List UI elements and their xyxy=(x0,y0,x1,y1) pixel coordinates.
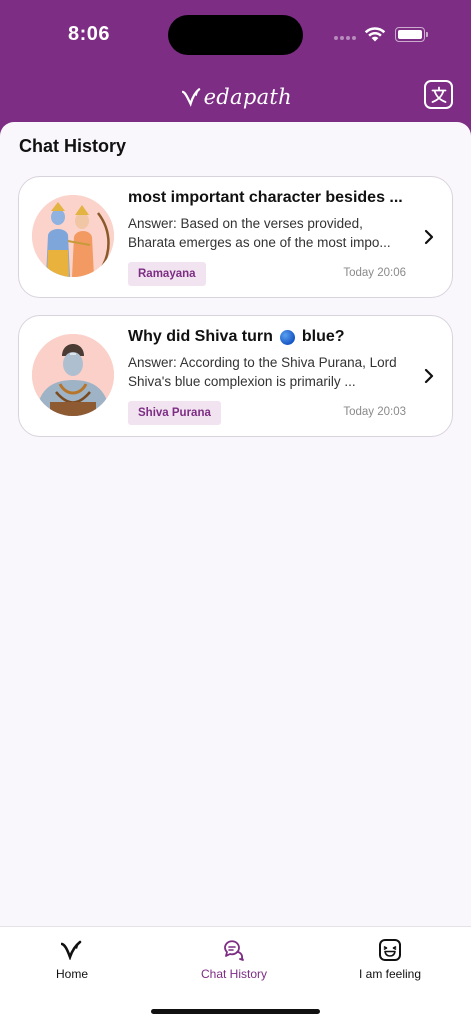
chat-timestamp: Today 20:06 xyxy=(343,267,406,279)
page-title: Chat History xyxy=(19,136,127,156)
translate-icon xyxy=(431,86,446,103)
wifi-icon xyxy=(364,27,386,42)
chat-answer-preview: Answer: Based on the verses provided, Bh… xyxy=(128,216,391,250)
dynamic-island xyxy=(168,15,303,55)
status-time: 8:06 xyxy=(68,23,111,45)
home-indicator[interactable] xyxy=(151,1009,320,1014)
cellular-signal-icon xyxy=(334,36,356,40)
battery-icon xyxy=(395,27,428,42)
chevron-right-icon xyxy=(424,229,434,245)
nav-item-chat-history[interactable]: Chat History xyxy=(201,937,267,981)
app-header: 8:06 edapath xyxy=(0,0,471,140)
app-logo-text: edapath xyxy=(203,85,292,109)
vedapath-logo-icon xyxy=(182,88,201,107)
chat-title: most important character besides ... xyxy=(128,189,403,206)
nav-item-i-am-feeling[interactable]: I am feeling xyxy=(359,937,421,981)
nav-label-i-am-feeling: I am feeling xyxy=(359,967,422,981)
chat-timestamp: Today 20:03 xyxy=(343,406,406,418)
rama-lakshmana-avatar xyxy=(32,195,114,277)
chat-answer-preview: Answer: According to the Shiva Purana, L… xyxy=(128,355,397,389)
nav-item-home[interactable]: Home xyxy=(56,937,88,981)
chevron-right-icon xyxy=(424,368,434,384)
shiva-avatar xyxy=(32,334,114,416)
chat-history-card[interactable]: most important character besides ... Ans… xyxy=(18,176,453,298)
rama-lakshmana-illustration xyxy=(32,195,114,277)
nav-label-home: Home xyxy=(56,967,89,981)
vedapath-logo-icon xyxy=(61,940,82,960)
shiva-illustration xyxy=(32,334,114,416)
scripture-tag: Ramayana xyxy=(128,262,206,286)
status-bar: 8:06 xyxy=(0,0,471,70)
chat-bubbles-icon xyxy=(224,940,244,961)
chat-history-card[interactable]: Why did Shiva turn blue? Answer: Accordi… xyxy=(18,315,453,437)
blue-circle-emoji xyxy=(279,329,295,345)
chat-title-start: Why did Shiva turn xyxy=(128,328,273,345)
nav-label-chat-history: Chat History xyxy=(201,967,268,981)
app-logo: edapath xyxy=(182,80,292,114)
scripture-tag: Shiva Purana xyxy=(128,401,221,425)
chat-title: Why did Shiva turn blue? xyxy=(128,328,418,346)
chat-history-page: Chat History most important character be… xyxy=(0,122,471,926)
translate-button[interactable] xyxy=(424,80,453,109)
chat-title-end: blue? xyxy=(301,328,345,345)
laughing-face-icon xyxy=(379,939,402,961)
